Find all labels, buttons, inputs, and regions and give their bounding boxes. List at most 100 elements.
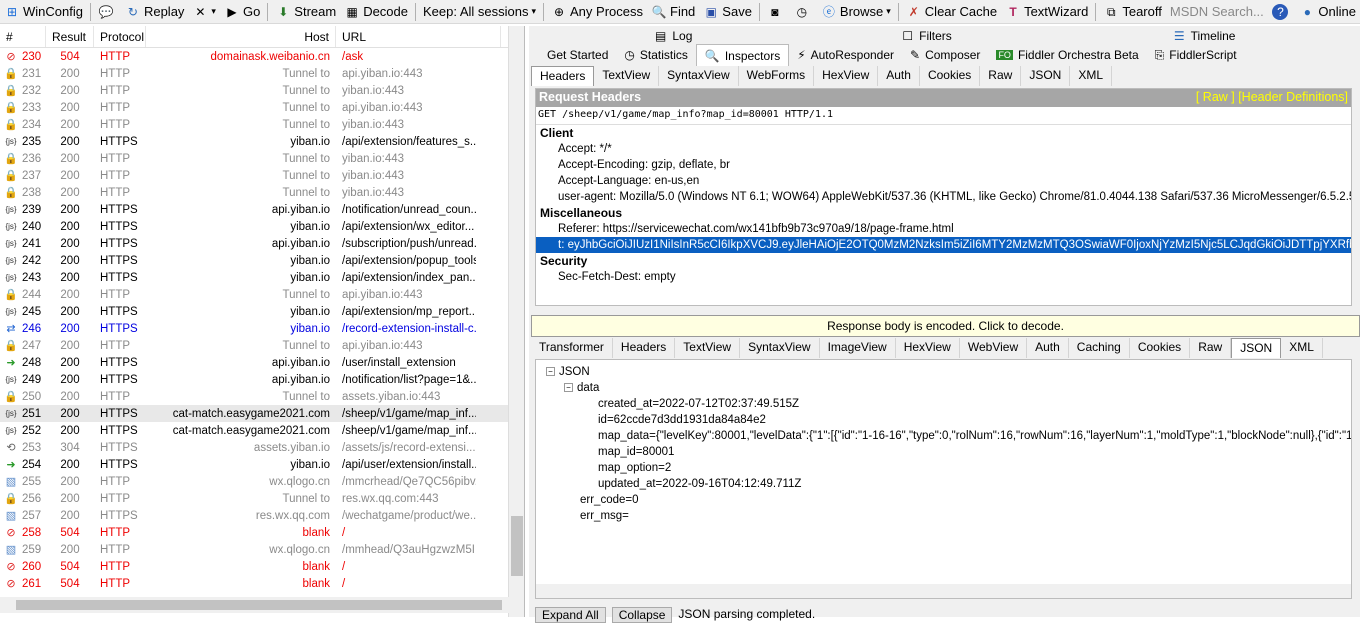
column-header-result[interactable]: Result — [46, 26, 94, 47]
response-tab-caching[interactable]: Caching — [1069, 338, 1130, 358]
column-header-number[interactable]: # — [0, 26, 46, 47]
header-links[interactable]: [ Raw ] [Header Definitions] — [1196, 90, 1348, 106]
header-item[interactable]: Accept: */* — [536, 141, 1351, 157]
table-row[interactable]: {js} 242 200 HTTPS yiban.io/api/extension/po… — [0, 252, 524, 269]
table-row[interactable]: {js} 252 200 HTTPS cat-match.easygame2021.co… — [0, 422, 524, 439]
table-row[interactable]: 🔒 233 200 HTTP Tunnel to api.yiban.io:443 — [0, 99, 524, 116]
table-row[interactable]: {js} 241 200 HTTPS api.yiban.io/subscription… — [0, 235, 524, 252]
tab-fiddlerscript[interactable]: ⎘ FiddlerScript — [1147, 44, 1245, 66]
response-tab-headers[interactable]: Headers — [613, 338, 676, 358]
table-row[interactable]: ▧ 257 200 HTTPS res.wx.qq.com/wechatgame/pro… — [0, 507, 524, 524]
table-row[interactable]: ▧ 255 200 HTTP wx.qlogo.cn/mmcrhead/Qe7QC56p… — [0, 473, 524, 490]
response-tab-auth[interactable]: Auth — [1027, 338, 1069, 358]
tree-node-err-code[interactable]: err_code=0 — [536, 492, 1351, 508]
table-row[interactable]: {js} 243 200 HTTPS yiban.io/api/extension/in… — [0, 269, 524, 286]
tab-autoresponder[interactable]: ⚡ AutoResponder — [789, 44, 902, 66]
table-row[interactable]: 🔒 237 200 HTTP Tunnel to yiban.io:443 — [0, 167, 524, 184]
tree-node-created-at[interactable]: created_at=2022-07-12T02:37:49.515Z — [536, 396, 1351, 412]
header-item[interactable]: Referer: https://servicewechat.com/wx141… — [536, 221, 1351, 237]
table-row[interactable]: {js} 240 200 HTTPS yiban.io/api/extension/wx… — [0, 218, 524, 235]
table-row[interactable]: {js} 239 200 HTTPS api.yiban.io/notification… — [0, 201, 524, 218]
response-tab-syntaxview[interactable]: SyntaxView — [740, 338, 820, 358]
response-tab-hexview[interactable]: HexView — [896, 338, 960, 358]
table-row[interactable]: ▧ 259 200 HTTP wx.qlogo.cn/mmhead/Q3auHgzwzM… — [0, 541, 524, 558]
response-horizontal-scrollbar[interactable] — [536, 584, 1351, 598]
remove-button[interactable]: ✕ ▾ — [188, 1, 220, 23]
save-button[interactable]: ▣ Save — [699, 1, 756, 23]
request-tab-hexview[interactable]: HexView — [814, 66, 879, 86]
table-row[interactable]: {js} 251 200 HTTPS cat-match.easygame2021.co… — [0, 405, 524, 422]
screenshot-button[interactable]: ◙ — [763, 1, 790, 23]
tree-node-err-msg[interactable]: err_msg= — [536, 508, 1351, 524]
tab-log[interactable]: ▤ Log — [647, 26, 700, 46]
table-row[interactable]: 🔒 244 200 HTTP Tunnel to api.yiban.io:443 — [0, 286, 524, 303]
request-tab-webforms[interactable]: WebForms — [739, 66, 815, 86]
request-tab-auth[interactable]: Auth — [878, 66, 920, 86]
help-button[interactable]: ? — [1268, 1, 1295, 23]
browse-button[interactable]: ⓔ Browse ▾ — [817, 1, 895, 23]
decode-button[interactable]: ▦ Decode — [340, 1, 412, 23]
tree-node-updated-at[interactable]: updated_at=2022-09-16T04:12:49.711Z — [536, 476, 1351, 492]
online-button[interactable]: ● Online — [1295, 1, 1360, 23]
table-row[interactable]: ⟲ 253 304 HTTPS assets.yiban.io/assets/js/re… — [0, 439, 524, 456]
replay-button[interactable]: ↻ Replay — [121, 1, 188, 23]
request-tab-cookies[interactable]: Cookies — [920, 66, 981, 86]
any-process-button[interactable]: ⊕ Any Process — [547, 1, 647, 23]
response-tab-cookies[interactable]: Cookies — [1130, 338, 1191, 358]
tab-filters[interactable]: ☐ Filters — [894, 26, 959, 46]
find-button[interactable]: 🔍 Find — [647, 1, 699, 23]
tree-node-id[interactable]: id=62ccde7d3dd1931da84a84e2 — [536, 412, 1351, 428]
table-row[interactable]: 🔒 234 200 HTTP Tunnel to yiban.io:443 — [0, 116, 524, 133]
table-row[interactable]: ➜ 254 200 HTTPS yiban.io/api/user/extension/… — [0, 456, 524, 473]
session-vertical-scrollbar[interactable] — [508, 26, 524, 617]
header-item[interactable]: Sec-Fetch-Dest: empty — [536, 269, 1351, 285]
tree-node-map-data[interactable]: map_data={"levelKey":80001,"levelData":{… — [536, 428, 1351, 444]
collapse-button[interactable]: Collapse — [611, 607, 673, 623]
comment-button[interactable]: 💬 — [94, 1, 121, 23]
expand-all-button[interactable]: Expand All — [535, 607, 606, 623]
table-row[interactable]: ⊘ 230 504 HTTP domainask.weibanio.cn/ask — [0, 48, 524, 65]
table-row[interactable]: 🔒 238 200 HTTP Tunnel to yiban.io:443 — [0, 184, 524, 201]
table-row[interactable]: {js} 249 200 HTTPS api.yiban.io/notification… — [0, 371, 524, 388]
request-tab-json[interactable]: JSON — [1021, 66, 1071, 86]
response-tab-json[interactable]: JSON — [1231, 338, 1282, 358]
tab-statistics[interactable]: ◷ Statistics — [616, 44, 696, 66]
tab-composer[interactable]: ✎ Composer — [902, 44, 988, 66]
tab-get-started[interactable]: Get Started — [529, 44, 616, 66]
table-row[interactable]: ⇄ 246 200 HTTPS yiban.io/record-extension-in… — [0, 320, 524, 337]
table-row[interactable]: 🔒 231 200 HTTP Tunnel to api.yiban.io:443 — [0, 65, 524, 82]
tree-node-root[interactable]: − JSON — [536, 364, 1351, 380]
response-tab-xml[interactable]: XML — [1281, 338, 1323, 358]
table-row[interactable]: {js} 235 200 HTTPS yiban.io/api/extension/fe… — [0, 133, 524, 150]
clear-cache-button[interactable]: ✗ Clear Cache — [902, 1, 1001, 23]
table-row[interactable]: 🔒 236 200 HTTP Tunnel to yiban.io:443 — [0, 150, 524, 167]
tab-timeline[interactable]: ☰ Timeline — [1166, 26, 1244, 46]
table-row[interactable]: 🔒 232 200 HTTP Tunnel to yiban.io:443 — [0, 82, 524, 99]
table-row[interactable]: ⊘ 258 504 HTTP blank / — [0, 524, 524, 541]
msdn-search-input[interactable]: MSDN Search... — [1166, 1, 1269, 23]
header-item[interactable]: t: eyJhbGciOiJIUzI1NiIsInR5cCI6IkpXVCJ9.… — [536, 237, 1351, 253]
tree-node-map-id[interactable]: map_id=80001 — [536, 444, 1351, 460]
tab-inspectors[interactable]: 🔍 Inspectors — [695, 44, 790, 66]
table-row[interactable]: ➜ 248 200 HTTPS api.yiban.io/user/install_ex… — [0, 354, 524, 371]
collapse-icon[interactable]: − — [546, 367, 555, 377]
textwizard-button[interactable]: T TextWizard — [1001, 1, 1092, 23]
table-row[interactable]: 🔒 247 200 HTTP Tunnel to api.yiban.io:443 — [0, 337, 524, 354]
scrollbar-thumb[interactable] — [511, 516, 523, 576]
header-item[interactable]: Accept-Language: en-us,en — [536, 173, 1351, 189]
column-header-url[interactable]: URL — [336, 26, 501, 47]
timer-button[interactable]: ◷ — [790, 1, 817, 23]
collapse-icon[interactable]: − — [564, 383, 573, 393]
decode-notice-bar[interactable]: Response body is encoded. Click to decod… — [531, 315, 1360, 337]
table-row[interactable]: ⊘ 260 504 HTTP blank / — [0, 558, 524, 575]
response-tab-raw[interactable]: Raw — [1190, 338, 1232, 358]
table-row[interactable]: 🔒 250 200 HTTP Tunnel to assets.yiban.io:443 — [0, 388, 524, 405]
table-row[interactable]: {js} 245 200 HTTPS yiban.io/api/extension/mp… — [0, 303, 524, 320]
session-horizontal-scrollbar[interactable] — [0, 597, 509, 613]
request-tab-syntaxview[interactable]: SyntaxView — [659, 66, 739, 86]
scrollbar-thumb[interactable] — [16, 600, 502, 610]
tree-node-map-option[interactable]: map_option=2 — [536, 460, 1351, 476]
header-item[interactable]: user-agent: Mozilla/5.0 (Windows NT 6.1;… — [536, 189, 1351, 205]
header-item[interactable]: Accept-Encoding: gzip, deflate, br — [536, 157, 1351, 173]
header-section-miscellaneous[interactable]: Miscellaneous — [536, 205, 1351, 221]
